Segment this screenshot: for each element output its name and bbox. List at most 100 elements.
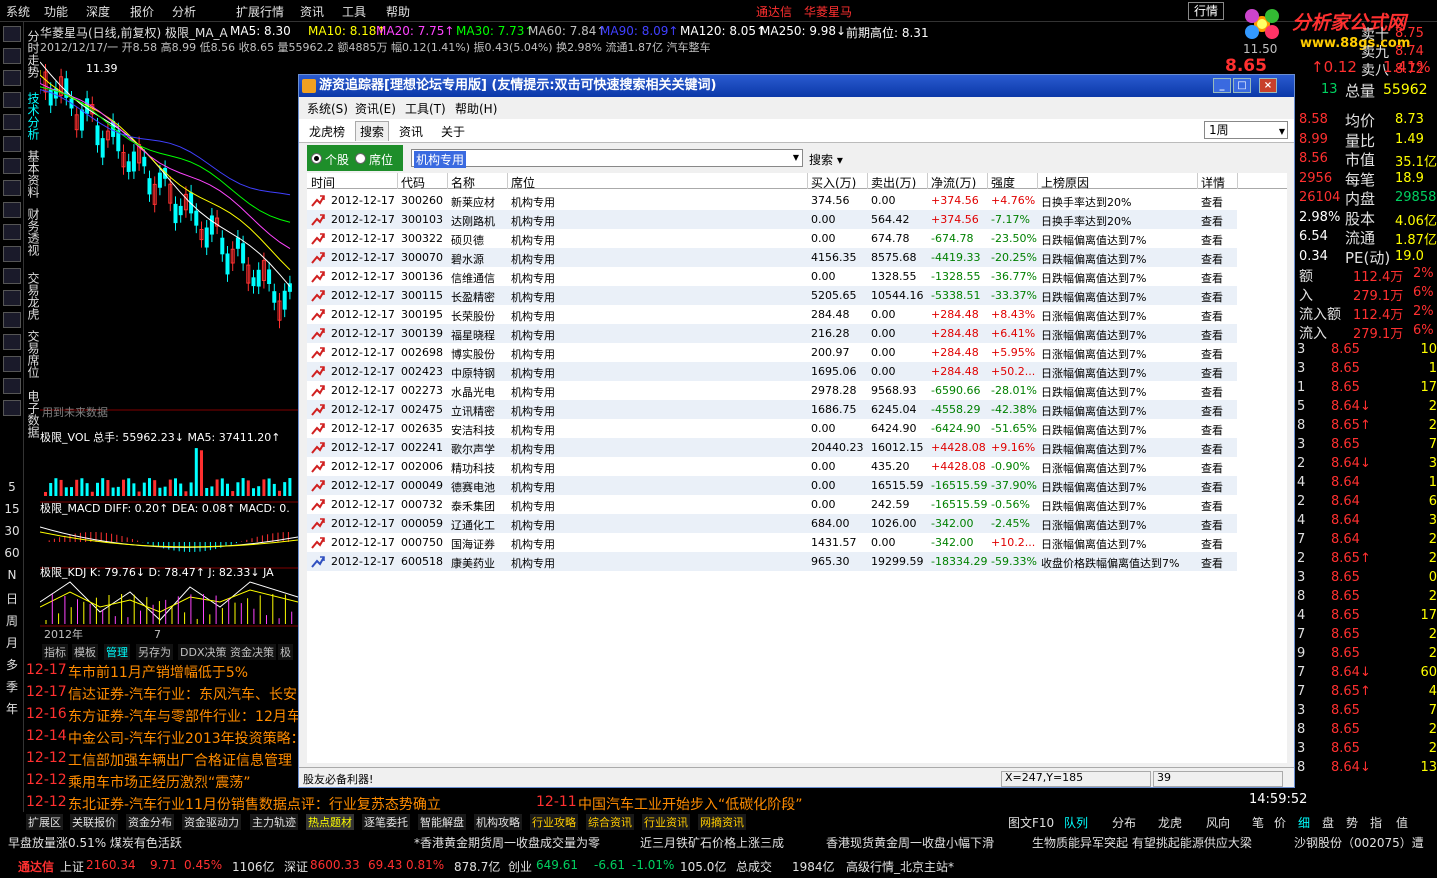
bottom-tab2-3[interactable]: 龙虎: [1158, 814, 1182, 831]
cell-详情[interactable]: 查看: [1201, 460, 1223, 476]
bottom-tab2-0[interactable]: 图文F10: [1008, 814, 1054, 831]
news-title-extra[interactable]: 中国汽车工业开始步入“低碳化阶段”: [578, 794, 803, 814]
dialog-menu-1[interactable]: 资讯(E): [355, 100, 396, 117]
toolbar-icon-0[interactable]: [3, 26, 21, 42]
cell-详情[interactable]: 查看: [1201, 308, 1223, 324]
toolbar-icon-5[interactable]: [3, 136, 21, 152]
chart-tab-1[interactable]: 模板: [72, 644, 98, 660]
table-row[interactable]: 2012-12-17 002423 中原特钢 机构专用 1695.06 0.00 +284.…: [307, 362, 1237, 381]
table-row[interactable]: 2012-12-17 300139 福星晓程 机构专用 216.28 0.00 +284.4…: [307, 324, 1237, 343]
bottom-tab2-1[interactable]: 队列: [1064, 814, 1088, 831]
quote-tab-2[interactable]: 细: [1298, 814, 1310, 831]
table-row[interactable]: 2012-12-17 300103 达刚路机 机构专用 0.00 564.42 +374.5…: [307, 210, 1237, 229]
col-header-1[interactable]: 代码: [401, 174, 425, 191]
menu-item-2[interactable]: 深度: [86, 3, 110, 20]
vtab-3[interactable]: 财务透视: [25, 208, 40, 256]
col-header-7[interactable]: 强度: [991, 174, 1015, 191]
col-header-8[interactable]: 上榜原因: [1041, 174, 1089, 191]
bottom-tab-4[interactable]: 主力轨迹: [250, 814, 298, 830]
table-row[interactable]: 2012-12-17 002475 立讯精密 机构专用 1686.75 6245.04 -4…: [307, 400, 1237, 419]
news-title-3[interactable]: 中金公司-汽车行业2013年投资策略：: [68, 728, 305, 748]
radio-stock[interactable]: [311, 153, 322, 164]
bottom-tab-2[interactable]: 资金分布: [126, 814, 174, 830]
kline-chart[interactable]: 11.39 用到未来数据极限_VOL 总手: 55962.23↓ MA5: 374…: [39, 22, 299, 644]
chart-tab-0[interactable]: 指标: [42, 644, 68, 660]
toolbar-icon-2[interactable]: [3, 70, 21, 86]
toolbar-icon-16[interactable]: [3, 378, 21, 394]
period-button-3[interactable]: 60: [0, 546, 24, 560]
chart-tab-5[interactable]: 资金决策: [228, 644, 276, 660]
tab-0[interactable]: 龙虎榜: [309, 123, 345, 140]
news-title-0[interactable]: 车市前11月产销增幅低于5%: [68, 662, 248, 682]
table-row[interactable]: 2012-12-17 002006 精功科技 机构专用 0.00 435.20 +4428.…: [307, 457, 1237, 476]
radio-seat[interactable]: [355, 153, 366, 164]
period-button-1[interactable]: 15: [0, 502, 24, 516]
cell-详情[interactable]: 查看: [1201, 479, 1223, 495]
col-header-2[interactable]: 名称: [451, 174, 475, 191]
period-select[interactable]: 1周 ▼: [1204, 121, 1288, 139]
cell-详情[interactable]: 查看: [1201, 441, 1223, 457]
cell-详情[interactable]: 查看: [1201, 498, 1223, 514]
quote-button[interactable]: 行情: [1188, 2, 1224, 20]
period-button-7[interactable]: 月: [0, 634, 24, 651]
ticker-item-3[interactable]: 香港现货黄金周一收盘小幅下滑: [826, 834, 994, 851]
news-title-4[interactable]: 工信部加强车辆出厂合格证信息管理: [68, 750, 292, 770]
toolbar-icon-7[interactable]: [3, 180, 21, 196]
table-row[interactable]: 2012-12-17 000059 辽通化工 机构专用 684.00 1026.00 -34…: [307, 514, 1237, 533]
col-header-0[interactable]: 时间: [311, 174, 335, 191]
cell-详情[interactable]: 查看: [1201, 327, 1223, 343]
cell-详情[interactable]: 查看: [1201, 365, 1223, 381]
dialog-titlebar[interactable]: 游资追踪器[理想论坛专用版] (友情提示:双击可快速搜索相关关键词) _ □ ×: [299, 75, 1294, 97]
table-row[interactable]: 2012-12-17 002273 水晶光电 机构专用 2978.28 9568.93 -6…: [307, 381, 1237, 400]
period-button-5[interactable]: 日: [0, 590, 24, 607]
col-header-3[interactable]: 席位: [511, 174, 535, 191]
toolbar-icon-13[interactable]: [3, 312, 21, 328]
quote-tab-5[interactable]: 指: [1370, 814, 1382, 831]
toolbar-icon-10[interactable]: [3, 246, 21, 262]
bottom-tab-7[interactable]: 智能解盘: [418, 814, 466, 830]
col-header-5[interactable]: 卖出(万): [871, 174, 916, 191]
cell-详情[interactable]: 查看: [1201, 517, 1223, 533]
cell-详情[interactable]: 查看: [1201, 384, 1223, 400]
table-row[interactable]: 2012-12-17 002698 博实股份 机构专用 200.97 0.00 +284.4…: [307, 343, 1237, 362]
toolbar-icon-4[interactable]: [3, 114, 21, 130]
menu-item-5[interactable]: 扩展行情: [236, 3, 284, 20]
col-header-9[interactable]: 详情: [1201, 174, 1225, 191]
cell-详情[interactable]: 查看: [1201, 403, 1223, 419]
cell-详情[interactable]: 查看: [1201, 270, 1223, 286]
bottom-tab2-4[interactable]: 风向: [1206, 814, 1230, 831]
bottom-tab2-2[interactable]: 分布: [1112, 814, 1136, 831]
toolbar-icon-8[interactable]: [3, 202, 21, 218]
cell-详情[interactable]: 查看: [1201, 289, 1223, 305]
chart-tab-2[interactable]: 管理: [104, 644, 130, 660]
bottom-tab-10[interactable]: 综合资讯: [586, 814, 634, 830]
maximize-button[interactable]: □: [1233, 78, 1251, 93]
bottom-tab-6[interactable]: 逐笔委托: [362, 814, 410, 830]
bottom-tab-12[interactable]: 网摘资讯: [698, 814, 746, 830]
bottom-tab-11[interactable]: 行业资讯: [642, 814, 690, 830]
news-title-5[interactable]: 乘用车市场正经历激烈“震荡”: [68, 772, 251, 792]
period-button-8[interactable]: 多: [0, 656, 24, 673]
ticker-item-2[interactable]: 近三月铁矿石价格上涨三成: [640, 834, 784, 851]
table-row[interactable]: 2012-12-17 300136 信维通信 机构专用 0.00 1328.55 -1328…: [307, 267, 1237, 286]
cell-详情[interactable]: 查看: [1201, 251, 1223, 267]
cell-详情[interactable]: 查看: [1201, 232, 1223, 248]
vtab-4[interactable]: 交易龙虎: [25, 272, 40, 320]
tab-2[interactable]: 资讯: [399, 123, 423, 140]
menu-item-4[interactable]: 分析: [172, 3, 196, 20]
period-button-10[interactable]: 年: [0, 700, 24, 717]
bottom-tab-0[interactable]: 扩展区: [26, 814, 63, 830]
chart-tab-4[interactable]: DDX决策: [178, 644, 229, 660]
news-title-1[interactable]: 信达证券-汽车行业：东风汽车、长安: [68, 684, 297, 704]
dialog-menu-2[interactable]: 工具(T): [405, 100, 446, 117]
close-button[interactable]: ×: [1259, 78, 1277, 93]
quote-tab-4[interactable]: 势: [1346, 814, 1358, 831]
period-button-6[interactable]: 周: [0, 612, 24, 629]
table-row[interactable]: 2012-12-17 002241 歌尔声学 机构专用 20440.23 16012.15…: [307, 438, 1237, 457]
vtab-2[interactable]: 基本资料: [25, 150, 40, 198]
dialog-menu-3[interactable]: 帮助(H): [455, 100, 497, 117]
quote-tab-1[interactable]: 价: [1274, 814, 1286, 831]
news-title-2[interactable]: 东方证券-汽车与零部件行业：12月车: [68, 706, 301, 726]
table-row[interactable]: 2012-12-17 600518 康美药业 机构专用 965.30 19299.59 -1…: [307, 552, 1237, 571]
quote-tab-0[interactable]: 笔: [1252, 814, 1264, 831]
